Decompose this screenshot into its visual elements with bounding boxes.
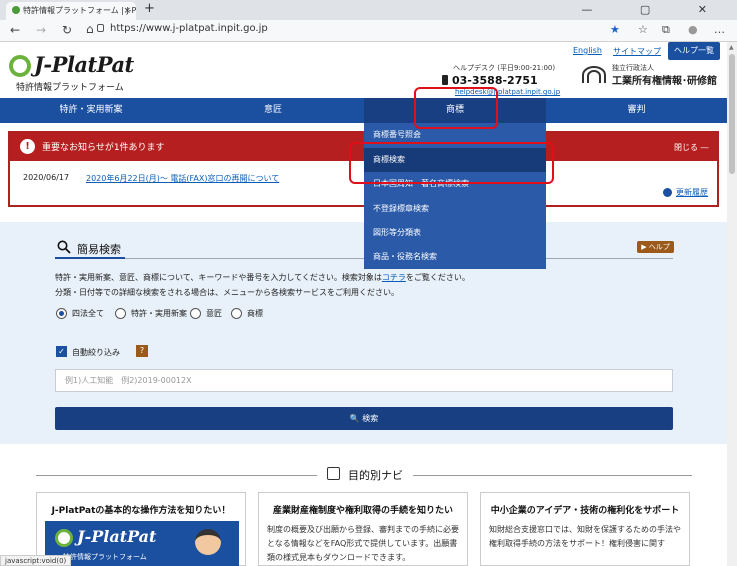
auto-filter-checkbox[interactable]: ✓ xyxy=(56,346,67,357)
radio-all-four[interactable] xyxy=(56,308,67,319)
card-title: 産業財産権制度や権利取得の手続を知りたい xyxy=(272,506,453,516)
search-help-button[interactable]: ▶ ヘルプ xyxy=(637,241,674,253)
menu-figure-classification[interactable]: 図形等分類表 xyxy=(364,221,546,245)
radio-patent-label[interactable]: 特許・実用新案 xyxy=(131,308,187,319)
update-history-link[interactable]: 更新履歴 xyxy=(676,187,708,198)
purpose-divider-left xyxy=(36,475,317,476)
banner-logo-icon xyxy=(55,529,73,547)
help-list-button[interactable]: ヘルプ一覧 xyxy=(668,42,720,60)
browser-tab-bar: 特許情報プラットフォーム | J-PlatPat × + — ▢ ✕ xyxy=(0,0,737,20)
card-title: 中小企業のアイデア・技術の権利化をサポート xyxy=(490,506,680,516)
favorite-star-icon[interactable]: ★ xyxy=(610,23,620,36)
purpose-card-ip-system[interactable]: 産業財産権制度や権利取得の手続を知りたい 制度の概要及び出願から登録、審判までの… xyxy=(258,492,468,566)
tab-close-icon[interactable]: × xyxy=(123,2,131,20)
radio-patent[interactable] xyxy=(115,308,126,319)
site-logo-subtitle: 特許情報プラットフォーム xyxy=(16,83,124,93)
window-controls[interactable]: — ▢ ✕ xyxy=(581,0,729,20)
notice-title: 重要なお知らせが1件あります xyxy=(42,143,165,153)
radio-design[interactable] xyxy=(190,308,201,319)
card-title: J-PlatPatの基本的な操作方法を知りたい！ xyxy=(51,506,231,516)
alert-icon: ! xyxy=(20,139,35,154)
purpose-card-sme-support[interactable]: 中小企業のアイデア・技術の権利化をサポート 知財総合支援窓口では、知財を保護する… xyxy=(480,492,690,566)
simple-search-title: 簡易検索 xyxy=(77,243,121,256)
banner-logo-sub: 特許情報プラットフォーム xyxy=(63,553,147,561)
desc1-text: 特許・実用新案、意匠、商標について、キーワードや番号を入力してください。検索対象… xyxy=(55,273,382,282)
notice-date: 2020/06/17 xyxy=(23,173,70,182)
account-avatar-icon[interactable]: ● xyxy=(688,23,698,36)
scroll-up-arrow-icon[interactable]: ▲ xyxy=(729,44,734,51)
auto-filter-label[interactable]: 自動絞り込み xyxy=(72,347,120,358)
highlight-trademark-nav xyxy=(414,87,498,129)
highlight-trademark-search xyxy=(349,142,554,184)
address-bar-row: ← → ↻ ⌂ https://www.j-platpat.inpit.go.j… xyxy=(0,20,737,42)
jplatpat-banner-image: J-PlatPat 特許情報プラットフォーム xyxy=(45,521,239,566)
history-arrow-icon xyxy=(663,188,672,197)
collections-icon[interactable]: ⧉ xyxy=(662,23,670,37)
person-illustration-icon xyxy=(195,529,221,555)
search-button[interactable]: 🔍 検索 xyxy=(55,407,673,430)
helpdesk-phone: 03-3588-2751 xyxy=(452,74,538,87)
banner-logo-text: J-PlatPat xyxy=(77,527,157,546)
phone-icon xyxy=(442,75,448,85)
reload-icon[interactable]: ↻ xyxy=(62,23,72,37)
new-tab-button[interactable]: + xyxy=(144,1,155,16)
menu-unregistrable-mark-search[interactable]: 不登録標章検索 xyxy=(364,197,546,221)
radio-all-four-label[interactable]: 四法全て xyxy=(72,308,104,319)
radio-trademark[interactable] xyxy=(231,308,242,319)
card-body: 知財総合支援窓口では、知財を保護するための手法や権利取得手続の方法をサポート！権… xyxy=(489,525,681,548)
notice-close-button[interactable]: 閉じる ― xyxy=(674,142,709,153)
inpit-logo-icon xyxy=(582,66,606,83)
tab-title: 特許情報プラットフォーム | J-PlatPat xyxy=(23,6,136,15)
english-link[interactable]: English xyxy=(573,46,602,55)
status-bar: javascript:void(0) xyxy=(0,555,72,566)
purpose-nav-title: 目的別ナビ xyxy=(348,469,403,482)
helpdesk-label: ヘルプデスク (平日9:00-21:00) xyxy=(453,64,556,72)
search-title-accent xyxy=(55,257,125,259)
radio-trademark-label[interactable]: 商標 xyxy=(247,308,263,319)
nav-appeal[interactable]: 審判 xyxy=(546,98,727,123)
menu-goods-services-search[interactable]: 商品・役務名検索 xyxy=(364,245,546,269)
lock-icon xyxy=(97,24,104,32)
url-field[interactable]: https://www.j-platpat.inpit.go.jp xyxy=(110,23,268,34)
sitemap-link[interactable]: サイトマップ xyxy=(613,46,661,57)
site-logo[interactable]: J-PlatPat xyxy=(34,52,134,77)
global-nav: 特許・実用新案 意匠 商標 審判 xyxy=(0,98,727,123)
notice-link[interactable]: 2020年6月22日(月)～ 電話(FAX)窓口の再開について xyxy=(86,173,279,184)
purpose-divider-right xyxy=(413,475,692,476)
radio-design-label[interactable]: 意匠 xyxy=(206,308,222,319)
site-favicon-icon xyxy=(12,6,20,14)
scrollbar-thumb[interactable] xyxy=(729,54,735,174)
inpit-org-name[interactable]: 工業所有権情報･研修館 xyxy=(612,72,717,87)
search-description-1: 特許・実用新案、意匠、商標について、キーワードや番号を入力してください。検索対象… xyxy=(55,272,470,283)
target-here-link[interactable]: コチラ xyxy=(382,273,406,282)
search-description-2: 分類・日付等での詳細な検索をされる場合は、メニューから各検索サービスをご利用くだ… xyxy=(55,288,399,297)
card-body: 制度の概要及び出願から登録、審判までの手続に必要となる情報などをFAQ形式で提供… xyxy=(267,525,459,562)
jplatpat-logo-icon[interactable] xyxy=(9,55,31,77)
browser-tab[interactable]: 特許情報プラットフォーム | J-PlatPat × xyxy=(6,2,136,20)
nav-design[interactable]: 意匠 xyxy=(182,98,364,123)
back-icon[interactable]: ← xyxy=(10,23,20,37)
search-icon xyxy=(57,240,71,254)
purpose-nav-icon xyxy=(327,467,340,480)
auto-filter-help-icon[interactable]: ? xyxy=(136,345,148,357)
favorites-icon[interactable]: ☆ xyxy=(638,23,648,36)
nav-patent[interactable]: 特許・実用新案 xyxy=(0,98,182,123)
more-menu-icon[interactable]: … xyxy=(714,23,725,36)
forward-icon[interactable]: → xyxy=(36,23,46,37)
desc1-text-end: をご覧ください。 xyxy=(405,273,470,282)
search-input[interactable]: 例1)人工知能 例2)2019-00012X xyxy=(55,369,673,392)
home-icon[interactable]: ⌂ xyxy=(86,22,94,36)
